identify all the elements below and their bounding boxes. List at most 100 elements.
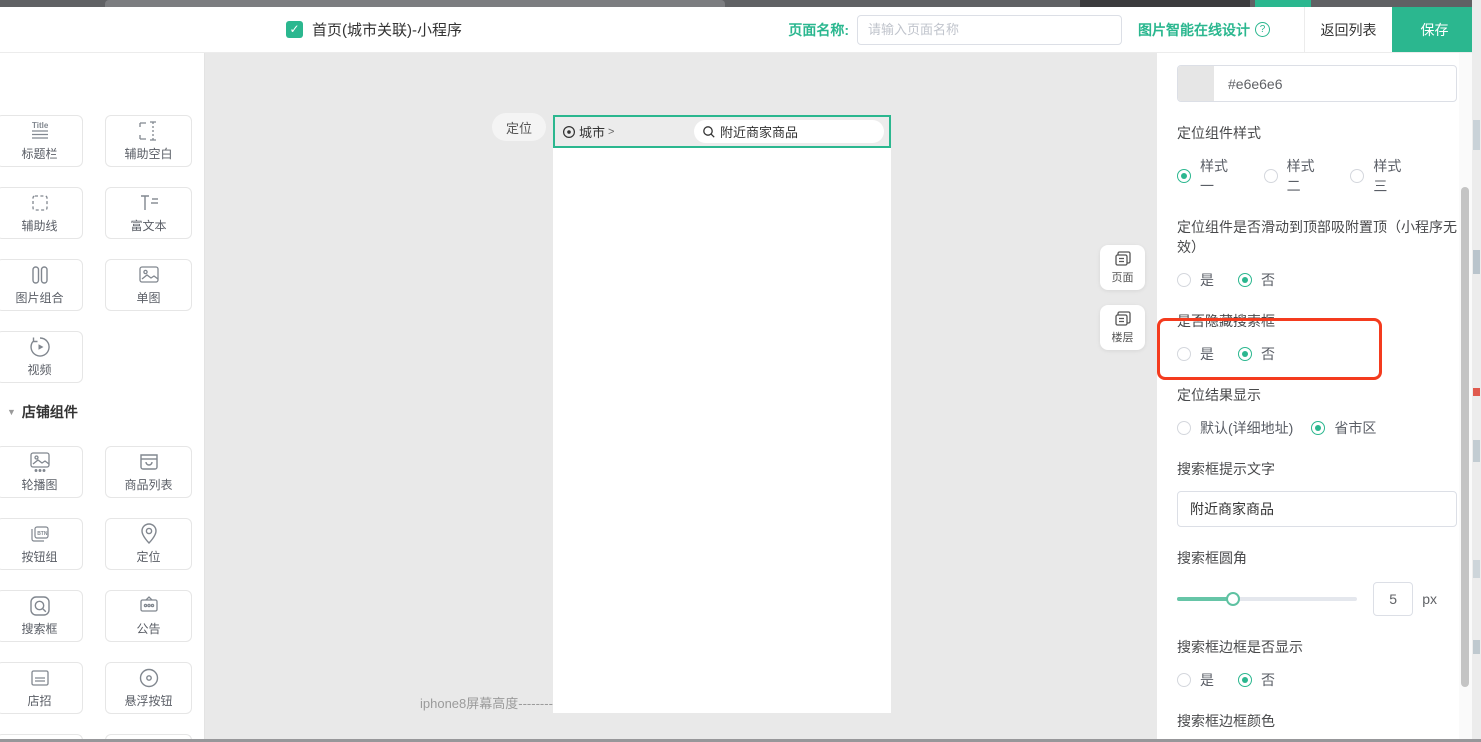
floors-icon bbox=[1113, 310, 1133, 328]
component-card-product-list[interactable]: 商品列表 bbox=[105, 446, 192, 498]
component-card-label: 店招 bbox=[27, 692, 51, 709]
section-title: 店铺组件 bbox=[22, 402, 78, 422]
background-window-right-strip bbox=[1472, 0, 1481, 742]
carousel-icon bbox=[27, 451, 53, 473]
slider-thumb[interactable] bbox=[1226, 592, 1240, 606]
radio-dot bbox=[1238, 347, 1252, 361]
component-card-label: 辅助空白 bbox=[124, 145, 172, 162]
radio-hide-search-yes[interactable]: 是 bbox=[1177, 344, 1214, 364]
radio-sticky-no[interactable]: 否 bbox=[1238, 270, 1275, 290]
store-sign-icon bbox=[27, 667, 53, 689]
field-label-hide-search: 是否隐藏搜索框 bbox=[1177, 311, 1457, 331]
radio-style-1[interactable]: 样式一 bbox=[1177, 156, 1240, 196]
component-card-label: 公告 bbox=[136, 620, 160, 637]
background-dark-fragment bbox=[1080, 0, 1250, 7]
notice-icon bbox=[136, 595, 162, 617]
radio-dot bbox=[1238, 273, 1252, 287]
svg-text:Title: Title bbox=[32, 121, 49, 130]
radio-result-province-city[interactable]: 省市区 bbox=[1311, 418, 1376, 438]
image-group-icon bbox=[27, 264, 53, 286]
component-card-blank-space[interactable]: 辅助空白 bbox=[105, 115, 192, 167]
city-selector[interactable]: 城市 > bbox=[562, 122, 614, 141]
preview-search-box[interactable]: 附近商家商品 bbox=[694, 120, 884, 143]
floors-button-label: 楼层 bbox=[1112, 329, 1134, 345]
radio-border-yes[interactable]: 是 bbox=[1177, 670, 1214, 690]
search-hint-input[interactable] bbox=[1177, 491, 1457, 527]
page-name-input[interactable] bbox=[857, 15, 1122, 45]
background-color-picker[interactable]: #e6e6e6 bbox=[1177, 65, 1457, 102]
component-card-video[interactable]: 视频 bbox=[0, 331, 83, 383]
component-card-label: 富文本 bbox=[130, 217, 166, 234]
sliver-fragment bbox=[1473, 440, 1480, 462]
radius-number-input[interactable] bbox=[1373, 582, 1413, 616]
component-card-title-bar[interactable]: Title 标题栏 bbox=[0, 115, 83, 167]
panel-scrollbar-thumb[interactable] bbox=[1461, 187, 1469, 687]
floors-float-button[interactable]: 楼层 bbox=[1100, 305, 1145, 350]
header-bar: ✓ 首页(城市关联)-小程序 页面名称: 图片智能在线设计 ? 返回列表 保存 bbox=[0, 7, 1481, 53]
component-card-divider-line[interactable]: 辅助线 bbox=[0, 187, 83, 239]
background-green-fragment bbox=[1255, 0, 1311, 7]
product-list-icon bbox=[137, 451, 161, 473]
header-actions: 页面名称: 图片智能在线设计 ? 返回列表 保存 bbox=[788, 7, 1481, 52]
component-card-location[interactable]: 定位 bbox=[105, 518, 192, 570]
radio-dot bbox=[1177, 273, 1191, 287]
smart-design-link[interactable]: 图片智能在线设计 ? bbox=[1138, 20, 1270, 40]
page-checkbox-group[interactable]: ✓ 首页(城市关联)-小程序 bbox=[286, 19, 462, 40]
component-card-label: 单图 bbox=[136, 289, 160, 306]
radio-style-3[interactable]: 样式三 bbox=[1350, 156, 1413, 196]
radius-unit-label: px bbox=[1422, 591, 1437, 607]
radio-dot bbox=[1264, 169, 1278, 183]
radio-result-default[interactable]: 默认(详细地址) bbox=[1177, 418, 1293, 438]
collapse-triangle-icon: ▼ bbox=[7, 407, 16, 417]
component-card-button-group[interactable]: BTN 按钮组 bbox=[0, 518, 83, 570]
radio-dot bbox=[1177, 169, 1191, 183]
radio-dot bbox=[1177, 673, 1191, 687]
svg-text:BTN: BTN bbox=[37, 531, 48, 537]
rich-text-icon bbox=[136, 192, 162, 214]
component-card-single-image[interactable]: 单图 bbox=[105, 259, 192, 311]
radio-dot bbox=[1350, 169, 1364, 183]
component-card-carousel[interactable]: 轮播图 bbox=[0, 446, 83, 498]
sliver-fragment bbox=[1473, 250, 1480, 274]
component-card-rich-text[interactable]: 富文本 bbox=[105, 187, 192, 239]
settings-panel: #e6e6e6 定位组件样式 样式一 样式二 样式三 定位组件是否滑动到顶部吸附… bbox=[1157, 53, 1460, 742]
search-box-icon bbox=[28, 595, 52, 617]
component-card-label: 标题栏 bbox=[21, 145, 57, 162]
component-card-store-sign[interactable]: 店招 bbox=[0, 662, 83, 714]
page-checkbox-label: 首页(城市关联)-小程序 bbox=[312, 19, 462, 40]
component-card-image-group[interactable]: 图片组合 bbox=[0, 259, 83, 311]
component-card-float-button[interactable]: 悬浮按钮 bbox=[105, 662, 192, 714]
divider-line-icon bbox=[28, 192, 52, 214]
component-card-label: 商品列表 bbox=[124, 476, 172, 493]
field-label-location-result: 定位结果显示 bbox=[1177, 385, 1457, 405]
help-icon[interactable]: ? bbox=[1255, 22, 1270, 37]
radio-sticky-yes[interactable]: 是 bbox=[1177, 270, 1214, 290]
radio-border-no[interactable]: 否 bbox=[1238, 670, 1275, 690]
field-label-border-color: 搜索框边框颜色 bbox=[1177, 711, 1457, 731]
title-bar-icon: Title bbox=[27, 120, 53, 142]
radio-style-2[interactable]: 样式二 bbox=[1264, 156, 1327, 196]
component-card-label: 轮播图 bbox=[21, 476, 57, 493]
back-to-list-button[interactable]: 返回列表 bbox=[1304, 7, 1392, 52]
background-tab-fragment bbox=[105, 0, 725, 7]
radio-dot bbox=[1177, 421, 1191, 435]
component-card-label: 图片组合 bbox=[15, 289, 63, 306]
radius-slider[interactable] bbox=[1177, 597, 1357, 601]
color-value: #e6e6e6 bbox=[1228, 76, 1283, 92]
section-store-components[interactable]: ▼ 店铺组件 bbox=[7, 402, 78, 422]
color-swatch[interactable] bbox=[1178, 66, 1214, 101]
radio-dot bbox=[1177, 347, 1191, 361]
button-group-icon: BTN bbox=[27, 523, 53, 545]
pages-button-label: 页面 bbox=[1112, 269, 1134, 285]
sliver-fragment bbox=[1473, 560, 1480, 578]
pages-float-button[interactable]: 页面 bbox=[1100, 245, 1145, 290]
component-card-search-box[interactable]: 搜索框 bbox=[0, 590, 83, 642]
save-button[interactable]: 保存 bbox=[1392, 7, 1477, 52]
selected-location-component[interactable]: 城市 > 附近商家商品 bbox=[553, 115, 891, 148]
chevron-right-icon: > bbox=[608, 126, 614, 138]
page-checkbox[interactable]: ✓ bbox=[286, 21, 303, 38]
field-label-search-border: 搜索框边框是否显示 bbox=[1177, 637, 1457, 657]
component-card-notice[interactable]: 公告 bbox=[105, 590, 192, 642]
radio-hide-search-no[interactable]: 否 bbox=[1238, 344, 1275, 364]
background-window-top-strip bbox=[0, 0, 1481, 7]
